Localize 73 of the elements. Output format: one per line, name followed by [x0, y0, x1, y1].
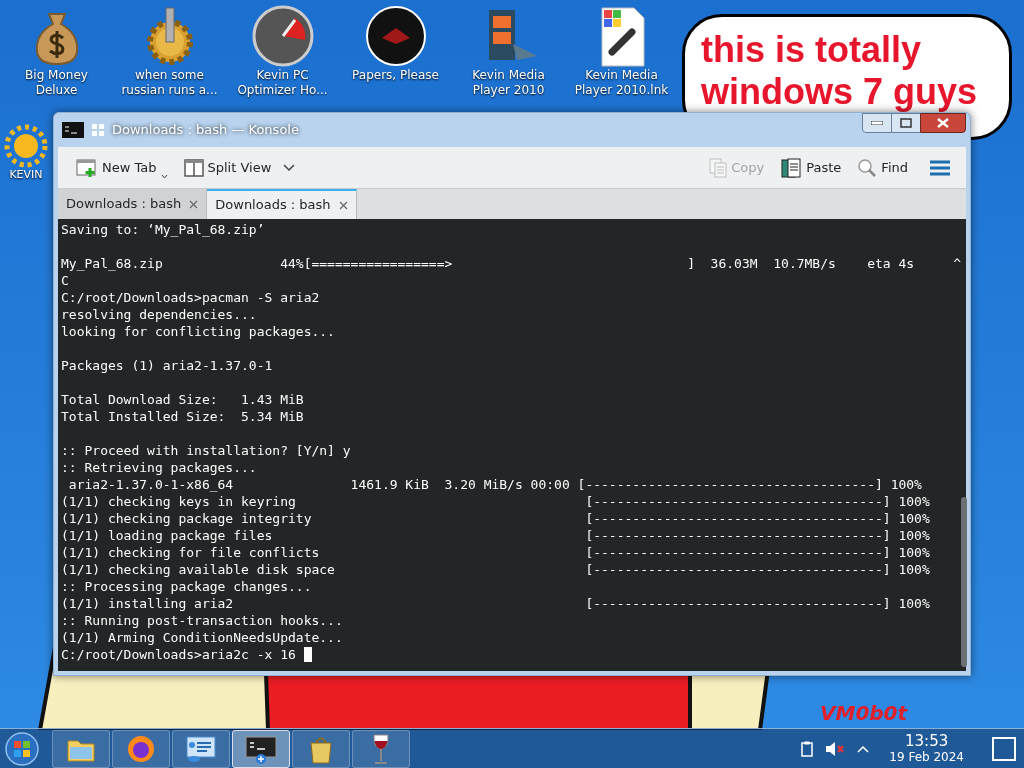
terminal-line: :: Processing package changes...: [61, 578, 312, 595]
search-icon: [857, 157, 878, 178]
terminal-line: (1/1) Arming ConditionNeedsUpdate...: [61, 629, 343, 646]
terminal-line: aria2-1.37.0-1-x86_64 1461.9 KiB 3.20 MiB/s 00:00 [-------------------------------------] 100%: [67, 476, 922, 493]
terminal-line: :: Retrieving packages...: [61, 459, 257, 476]
desktop-icon-label[interactable]: Kevin Media Player 2010.lnk: [567, 68, 676, 98]
fox-globe-icon: [126, 733, 156, 764]
terminal-line: Packages (1) aria2-1.37.0-1: [61, 357, 273, 374]
terminal-line: :: Running post-transaction hooks...: [61, 612, 343, 629]
terminal-line: (1/1) loading package files [-------------------------------------] 100%: [61, 527, 930, 544]
terminal-line: C:/root/Downloads>aria2c -x 16: [61, 646, 296, 663]
seal-icon: [363, 4, 428, 68]
terminal-line: (1/1) checking for file conflicts [-------------------------------------] 100%: [61, 544, 930, 561]
desktop-icon-label[interactable]: Kevin Media Player 2010: [454, 68, 563, 98]
clock-time[interactable]: 13:53: [905, 732, 949, 750]
terminal[interactable]: [58, 219, 966, 671]
maximize-button[interactable]: [892, 113, 920, 133]
new-tab-icon: [76, 157, 98, 178]
window-title: Downloads : bash — Konsole: [112, 121, 299, 140]
terminal-line: (1/1) checking package integrity [-------------------------------------] 100%: [61, 510, 930, 527]
menu-icon: [930, 159, 950, 176]
terminal-line: Saving to: ‘My_Pal_68.zip’: [61, 221, 265, 238]
show-desktop-button[interactable]: [992, 736, 1016, 761]
toolbar-button[interactable]: Find: [851, 152, 914, 183]
close-icon[interactable]: [189, 199, 199, 209]
toolbar-button[interactable]: Paste: [774, 152, 848, 183]
terminal-line: My_Pal_68.zip 44%[=================> ] 36.03M 10.7MB/s eta 4s ^: [61, 255, 962, 272]
signature-text: VM0b0t: [820, 702, 908, 724]
minimize-icon: [871, 121, 883, 125]
chevron-down-icon: [283, 163, 296, 172]
sun-icon: [4, 124, 48, 168]
copy-icon: [709, 157, 728, 178]
terminal-line: looking for conflicting packages...: [61, 323, 335, 340]
split-view-icon: [183, 158, 204, 177]
terminal-line: Total Download Size: 1.43 MiB: [61, 391, 304, 408]
clock-date[interactable]: 19 Feb 2024: [889, 749, 964, 765]
toolbar-button[interactable]: Split View: [177, 152, 302, 183]
clipboard-icon[interactable]: [801, 740, 814, 757]
minimize-button[interactable]: [862, 113, 892, 133]
terminal-line: (1/1) installing aria2 [-------------------------------------] 100%: [61, 595, 930, 612]
desktop-icon-label[interactable]: KEVIN: [9, 168, 43, 182]
close-button[interactable]: [920, 113, 966, 133]
scrollbar-thumb[interactable]: [961, 497, 968, 667]
chevron-up-icon[interactable]: [857, 744, 870, 753]
wine-glass-icon: [370, 732, 392, 765]
tab[interactable]: Downloads : bash: [58, 189, 208, 219]
caret-icon: [160, 173, 168, 179]
taskbar-app-button[interactable]: [232, 729, 290, 768]
paste-icon: [780, 156, 803, 179]
tab[interactable]: Downloads : bash: [207, 189, 357, 219]
gauge-icon: [250, 4, 315, 68]
terminal-icon: [62, 122, 84, 138]
restore-icon: [900, 118, 912, 128]
control-panel-icon: [185, 734, 217, 763]
desktop-icon-label[interactable]: when some russian runs a...: [115, 68, 224, 98]
terminal-icon: [245, 733, 277, 764]
desktop-icon-label[interactable]: Papers, Please: [341, 68, 450, 83]
terminal-line: Total Installed Size: 5.34 MiB: [61, 408, 304, 425]
terminal-line: (1/1) checking available disk space [-------------------------------------] 100%: [61, 561, 930, 578]
toolbar-button[interactable]: New Tab: [70, 152, 174, 183]
windows-orb-icon: [5, 731, 39, 766]
close-icon[interactable]: [338, 200, 348, 210]
desktop-icon-label[interactable]: Big Money Deluxe: [2, 68, 111, 98]
bubble-text: windows 7 guys: [701, 71, 979, 113]
terminal-line: :: Proceed with installation? [Y/n] y: [61, 442, 351, 459]
terminal-line: C: [61, 272, 69, 289]
terminal-line: resolving dependencies...: [61, 306, 257, 323]
desktop-icon-label[interactable]: Kevin PC Optimizer Ho...: [228, 68, 337, 98]
speaker-muted-icon[interactable]: [825, 740, 846, 757]
bubble-text: this is totally: [701, 29, 923, 71]
close-icon: [937, 118, 949, 128]
terminal-line: C:/root/Downloads>pacman -S aria2: [61, 289, 320, 306]
terminal-line: (1/1) checking keys in keyring [-------------------------------------] 100%: [61, 493, 930, 510]
